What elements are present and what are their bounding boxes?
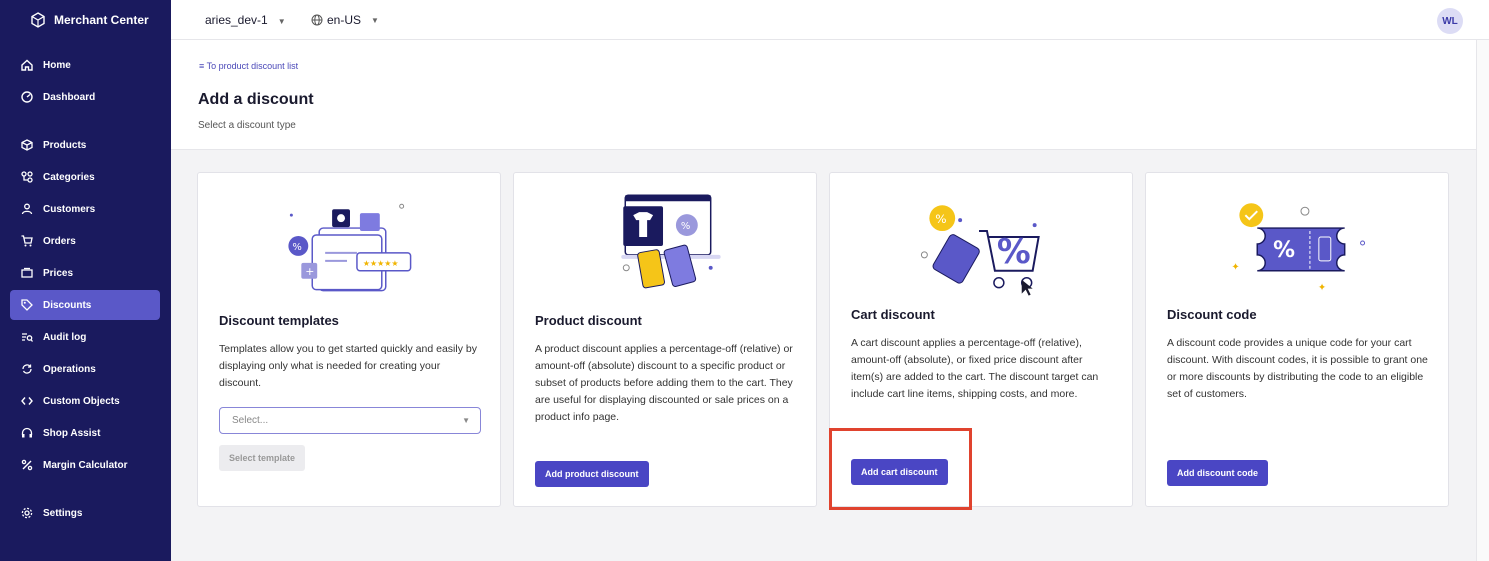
sidebar-item-label: Products xyxy=(43,139,87,151)
sidebar-item-label: Customers xyxy=(43,203,96,215)
sidebar-item-label: Margin Calculator xyxy=(43,459,128,471)
project-name: aries_dev-1 xyxy=(205,13,268,27)
logo-icon xyxy=(31,12,45,28)
svg-text:%: % xyxy=(292,242,301,253)
audit-icon xyxy=(20,330,34,344)
svg-text:%: % xyxy=(1273,238,1295,263)
sidebar-item-label: Shop Assist xyxy=(43,427,101,439)
select-template-button[interactable]: Select template xyxy=(219,445,306,471)
templates-illustration: ★★★★★ % + xyxy=(288,203,412,292)
project-switcher[interactable]: aries_dev-1 ▼ xyxy=(205,13,286,27)
page-header: ≡ To product discount list Add a discoun… xyxy=(171,40,1476,150)
categories-icon xyxy=(20,170,34,184)
sidebar-item-label: Prices xyxy=(43,267,74,279)
sidebar-item-custom-objects[interactable]: Custom Objects xyxy=(10,386,160,416)
person-icon xyxy=(20,202,34,216)
sidebar-item-dashboard[interactable]: Dashboard xyxy=(10,82,160,112)
locale-value: en-US xyxy=(327,13,362,27)
product-discount-illustration: % xyxy=(621,194,721,289)
card-product-discount: % Product discount A product discount ap… xyxy=(513,172,817,507)
chevron-down-icon: ▼ xyxy=(371,15,379,25)
top-bar: aries_dev-1 ▼ en-US ▼ WL xyxy=(171,0,1489,40)
sidebar-item-label: Orders xyxy=(43,235,76,247)
discount-code-illustration: % ✦ ✦ xyxy=(1231,203,1366,294)
sidebar-item-audit-log[interactable]: Audit log xyxy=(10,322,160,352)
sidebar: Merchant Center Home Dashboard Products … xyxy=(0,0,171,561)
card-title: Cart discount xyxy=(851,307,935,322)
card-description: A cart discount applies a percentage-off… xyxy=(851,337,1099,400)
sidebar-item-label: Custom Objects xyxy=(43,395,120,407)
select-placeholder: Select... xyxy=(232,415,269,426)
card-description: A discount code provides a unique code f… xyxy=(1167,337,1428,400)
sidebar-item-customers[interactable]: Customers xyxy=(10,194,160,224)
code-icon xyxy=(20,394,34,408)
card-discount-templates: ★★★★★ % + Discount templates Templates a… xyxy=(197,172,501,507)
globe-icon xyxy=(311,14,323,26)
svg-text:%: % xyxy=(681,221,690,232)
percent-icon xyxy=(20,458,34,472)
back-link[interactable]: ≡ To product discount list xyxy=(199,61,298,71)
card-description: A product discount applies a percentage-… xyxy=(535,343,793,423)
sidebar-item-label: Dashboard xyxy=(43,91,96,103)
headset-icon xyxy=(20,426,34,440)
svg-text:★★★★★: ★★★★★ xyxy=(363,259,399,268)
chevron-down-icon: ▼ xyxy=(462,416,470,425)
card-discount-code: % ✦ ✦ Discount code A discount code prov… xyxy=(1145,172,1449,507)
sidebar-item-label: Settings xyxy=(43,507,83,519)
sidebar-item-label: Discounts xyxy=(43,299,92,311)
template-select[interactable]: Select... ▼ xyxy=(219,407,481,434)
prices-icon xyxy=(20,266,34,280)
sidebar-item-margin-calculator[interactable]: Margin Calculator xyxy=(10,450,160,480)
sidebar-item-label: Operations xyxy=(43,363,96,375)
home-icon xyxy=(20,58,34,72)
svg-text:✦: ✦ xyxy=(1318,283,1326,294)
cart-icon xyxy=(20,234,34,248)
card-title: Discount code xyxy=(1167,307,1257,322)
sidebar-item-prices[interactable]: Prices xyxy=(10,258,160,288)
chevron-down-icon: ▼ xyxy=(277,17,286,26)
brand[interactable]: Merchant Center xyxy=(0,0,171,40)
dashboard-icon xyxy=(20,90,34,104)
avatar[interactable]: WL xyxy=(1437,8,1463,34)
highlight-box xyxy=(829,428,972,510)
page-title: Add a discount xyxy=(198,91,314,108)
add-product-discount-button[interactable]: Add product discount xyxy=(535,461,649,487)
cart-discount-illustration: % % xyxy=(920,205,1040,296)
add-discount-code-button[interactable]: Add discount code xyxy=(1167,460,1268,486)
list-icon: ≡ xyxy=(199,61,207,71)
svg-text:%: % xyxy=(997,232,1031,271)
svg-text:%: % xyxy=(935,212,946,226)
sidebar-item-label: Home xyxy=(43,59,71,71)
svg-text:+: + xyxy=(305,265,314,278)
sidebar-item-label: Categories xyxy=(43,171,95,183)
sidebar-item-operations[interactable]: Operations xyxy=(10,354,160,384)
sidebar-item-orders[interactable]: Orders xyxy=(10,226,160,256)
page-subtitle: Select a discount type xyxy=(198,120,296,131)
app-name: Merchant Center xyxy=(54,13,149,27)
card-description: Templates allow you to get started quick… xyxy=(219,343,477,389)
gear-icon xyxy=(20,506,34,520)
card-title: Discount templates xyxy=(219,313,339,328)
sidebar-item-categories[interactable]: Categories xyxy=(10,162,160,192)
sidebar-item-settings[interactable]: Settings xyxy=(10,498,160,528)
sidebar-item-label: Audit log xyxy=(43,331,87,343)
card-title: Product discount xyxy=(535,313,642,328)
discount-icon xyxy=(20,298,34,312)
back-link-label: To product discount list xyxy=(206,61,299,71)
svg-text:✦: ✦ xyxy=(1231,262,1239,273)
sidebar-item-home[interactable]: Home xyxy=(10,50,160,80)
sidebar-item-discounts[interactable]: Discounts xyxy=(10,290,160,320)
sidebar-item-products[interactable]: Products xyxy=(10,130,160,160)
scrollbar[interactable] xyxy=(1476,40,1489,561)
locale-switcher[interactable]: en-US ▼ xyxy=(311,13,379,27)
box-icon xyxy=(20,138,34,152)
operations-icon xyxy=(20,362,34,376)
sidebar-item-shop-assist[interactable]: Shop Assist xyxy=(10,418,160,448)
